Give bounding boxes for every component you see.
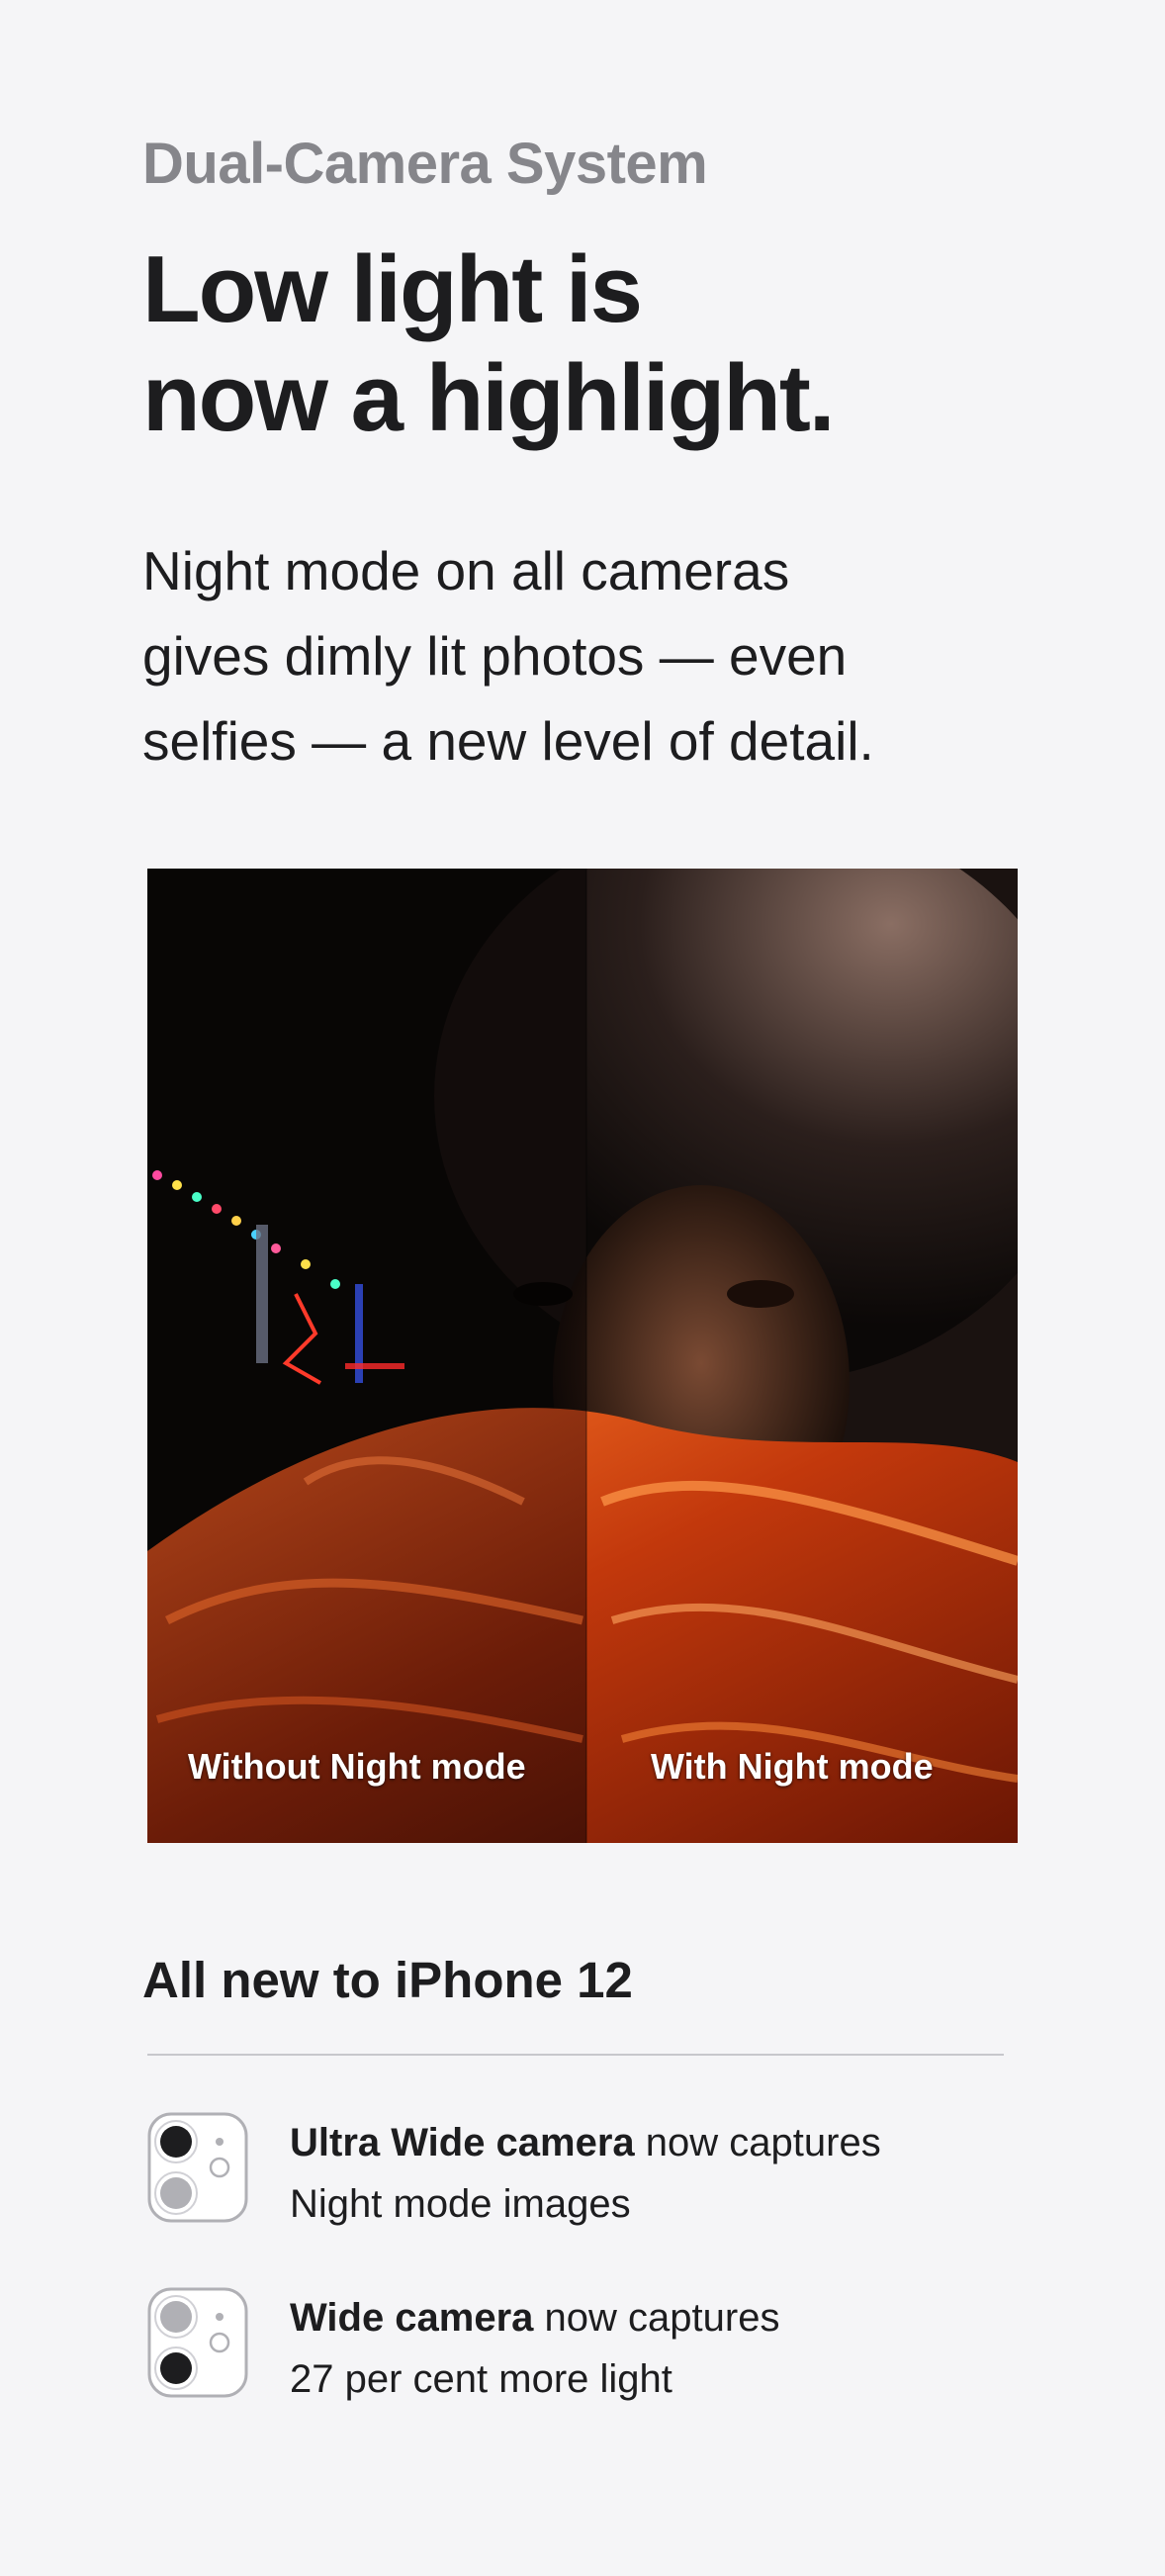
headline-line-1: Low light is xyxy=(142,236,643,342)
comparison-photo-illustration xyxy=(147,869,1018,1843)
night-mode-comparison-image xyxy=(147,869,1018,1843)
feature-line-2: Night mode images xyxy=(290,2182,631,2226)
wide-camera-icon xyxy=(147,2287,248,2398)
feature-line-1: Ultra Wide camera now captures xyxy=(290,2112,1041,2173)
section-intro: Night mode on all cameras gives dimly li… xyxy=(142,528,1032,783)
without-night-mode-caption: Without Night mode xyxy=(188,1746,526,1787)
headline-line-2: now a highlight. xyxy=(142,345,836,451)
ultra-wide-camera-icon xyxy=(147,2112,248,2223)
feature-bold-label: Wide camera xyxy=(290,2296,534,2340)
intro-line-3: selfies — a new level of detail. xyxy=(142,710,874,772)
feature-item-ultra-wide: Ultra Wide camera now captures Night mod… xyxy=(147,2112,1037,2226)
feature-line-2: 27 per cent more light xyxy=(290,2357,672,2401)
section-headline: Low light is now a highlight. xyxy=(142,235,1032,453)
feature-bold-label: Ultra Wide camera xyxy=(290,2121,635,2164)
intro-line-2: gives dimly lit photos — even xyxy=(142,625,848,687)
feature-line-1: Wide camera now captures xyxy=(290,2287,1041,2348)
feature-text-ultra-wide: Ultra Wide camera now captures Night mod… xyxy=(290,2112,1041,2235)
feature-text-wide: Wide camera now captures 27 per cent mor… xyxy=(290,2287,1041,2410)
feature-item-wide: Wide camera now captures 27 per cent mor… xyxy=(147,2287,1037,2401)
with-night-mode-caption: With Night mode xyxy=(651,1746,934,1787)
features-title: All new to iPhone 12 xyxy=(142,1952,633,2008)
feature-rest-text: now captures xyxy=(634,2121,881,2164)
features-divider xyxy=(147,2054,1004,2056)
feature-rest-text: now captures xyxy=(533,2296,780,2340)
intro-line-1: Night mode on all cameras xyxy=(142,540,790,601)
section-eyebrow: Dual-Camera System xyxy=(142,132,708,196)
